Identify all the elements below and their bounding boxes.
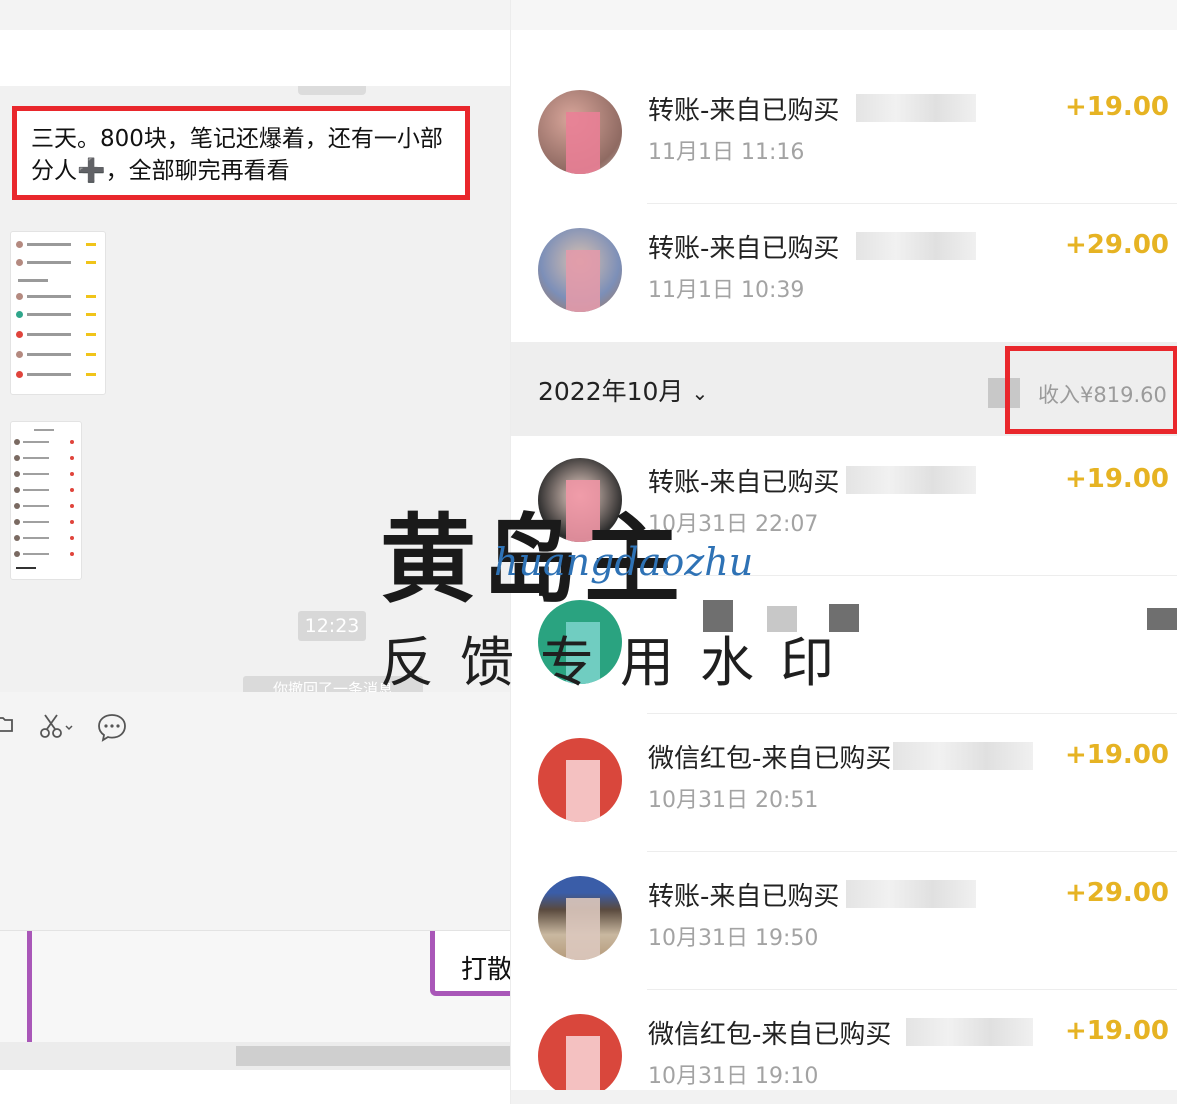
highlighted-message[interactable]: 三天。800块，笔记还爆着，还有一小部分人➕，全部聊完再看看 <box>12 106 470 200</box>
transaction-time: 11月1日 11:16 <box>648 140 805 165</box>
transaction-amount: +19.00 <box>1064 740 1169 770</box>
chevron-down-icon: ⌄ <box>691 381 709 405</box>
panel-bottom-strip <box>511 1090 1177 1104</box>
chat-bubble-icon[interactable] <box>96 712 128 748</box>
message-timestamp: 12:23 <box>298 611 366 641</box>
avatar <box>538 1014 622 1098</box>
chat-toolbar <box>0 692 510 930</box>
input-text-fragment: 打散 <box>461 955 510 985</box>
avatar <box>538 228 622 312</box>
transaction-row[interactable]: 转账-来自已购买 11月1日 10:39 +29.00 <box>511 204 1177 342</box>
chat-window: 三天。800块，笔记还爆着，还有一小部分人➕，全部聊完再看看 12:23 你撤回… <box>0 0 510 1104</box>
message-input-area[interactable]: 打散 <box>0 930 510 1043</box>
month-header[interactable]: 2022年10月 ⌄ 收入¥819.60 <box>511 342 1177 436</box>
avatar <box>538 738 622 822</box>
month-selector[interactable]: 2022年10月 ⌄ <box>538 372 708 408</box>
transaction-title: 转账-来自已购买 <box>648 234 840 264</box>
transaction-row[interactable]: 转账-来自已购买 10月31日 19:50 +29.00 <box>511 852 1177 990</box>
month-label: 2022年10月 <box>538 377 684 406</box>
chat-message-area[interactable]: 三天。800块，笔记还爆着，还有一小部分人➕，全部聊完再看看 12:23 你撤回… <box>0 86 510 694</box>
transaction-row[interactable]: 转账-来自已购买 10月31日 22:07 +19.00 <box>511 438 1177 576</box>
redaction-blur <box>906 1018 1033 1046</box>
avatar <box>538 600 622 684</box>
transaction-title: 转账-来自已购买 <box>648 882 840 912</box>
transaction-amount: +19.00 <box>1064 464 1169 494</box>
redaction-blur <box>846 466 976 494</box>
chat-bottom-strip <box>0 1070 510 1104</box>
redaction-block <box>1147 608 1177 630</box>
folder-icon[interactable] <box>0 712 18 742</box>
transaction-amount: +29.00 <box>1064 230 1169 260</box>
panel-top-strip <box>511 0 1177 30</box>
scrollbar-thumb[interactable] <box>236 1046 510 1066</box>
message-text: 三天。800块，笔记还爆着，还有一小部分人➕，全部聊完再看看 <box>31 126 443 184</box>
horizontal-scrollbar[interactable] <box>0 1042 510 1070</box>
redaction-block <box>703 600 733 632</box>
transaction-row-obscured[interactable] <box>511 576 1177 714</box>
redaction-blur <box>856 94 976 122</box>
transaction-title: 微信红包-来自已购买 <box>648 1020 892 1050</box>
income-highlight-box: 收入¥819.60 <box>1005 346 1177 434</box>
transaction-title: 微信红包-来自已购买 <box>648 744 892 774</box>
transaction-time: 10月31日 19:10 <box>648 1064 819 1089</box>
transaction-row[interactable]: 微信红包-来自已购买 10月31日 20:51 +19.00 <box>511 714 1177 852</box>
transaction-time: 10月31日 20:51 <box>648 788 819 813</box>
transaction-amount: +19.00 <box>1064 92 1169 122</box>
chat-top-strip <box>0 0 510 30</box>
transaction-title: 转账-来自已购买 <box>648 96 840 126</box>
redaction-blur <box>846 880 976 908</box>
annotation-box: 打散 <box>430 931 510 996</box>
redaction-block <box>767 606 797 632</box>
avatar <box>538 90 622 174</box>
transaction-time: 10月31日 22:07 <box>648 512 819 537</box>
screenshot-thumbnail-1[interactable] <box>10 231 106 395</box>
redaction-blur <box>856 232 976 260</box>
month-income: 收入¥819.60 <box>1038 383 1167 407</box>
redaction-blur <box>893 742 1033 770</box>
transaction-title: 转账-来自已购买 <box>648 468 840 498</box>
transaction-amount: +19.00 <box>1064 1016 1169 1046</box>
redaction-block <box>829 604 859 632</box>
chat-scroll-indicator[interactable] <box>298 86 366 95</box>
transaction-amount: +29.00 <box>1064 878 1169 908</box>
transaction-panel: 转账-来自已购买 11月1日 11:16 +19.00 转账-来自已购买 11月… <box>510 0 1177 1104</box>
transaction-row[interactable]: 微信红包-来自已购买 10月31日 19:10 +19.00 <box>511 990 1177 1104</box>
transaction-time: 11月1日 10:39 <box>648 278 805 303</box>
transaction-row[interactable]: 转账-来自已购买 11月1日 11:16 +19.00 <box>511 66 1177 204</box>
avatar <box>538 458 622 542</box>
scissors-icon[interactable] <box>38 712 78 746</box>
screenshot-thumbnail-2[interactable] <box>10 421 82 580</box>
transaction-time: 10月31日 19:50 <box>648 926 819 951</box>
avatar <box>538 876 622 960</box>
annotation-line <box>27 931 32 1043</box>
